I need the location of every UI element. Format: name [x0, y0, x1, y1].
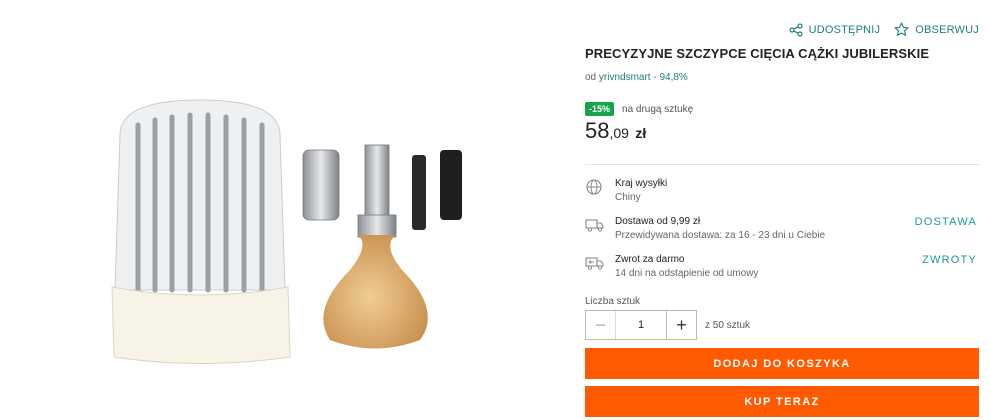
divider: [585, 164, 979, 165]
product-image[interactable]: [0, 0, 560, 420]
add-to-cart-button[interactable]: DODAJ DO KOSZYKA: [585, 348, 979, 379]
shipping-country-value: Chiny: [615, 192, 641, 203]
star-icon: [894, 22, 909, 36]
share-label: UDOSTĘPNIJ: [808, 23, 881, 36]
returns-link[interactable]: ZWROTY: [922, 254, 977, 266]
delivery-link[interactable]: DOSTAWA: [915, 216, 977, 228]
delivery-title: Dostawa od 9,99 zł: [615, 216, 701, 227]
promo-text: na drugą sztukę: [622, 103, 694, 115]
quantity-available: z 50 sztuk: [705, 319, 751, 331]
product-panel: UDOSTĘPNIJ OBSERWUJ PRECYZYJNE SZCZYPCE …: [585, 0, 979, 420]
price-currency: zł: [635, 125, 647, 141]
returns-title: Zwrot za darmo: [615, 254, 685, 265]
quantity-control: − + z 50 sztuk: [585, 310, 750, 340]
shipping-country-title: Kraj wysyłki: [615, 178, 668, 189]
returns-detail: 14 dni na odstąpienie od umowy: [615, 268, 759, 279]
share-icon: [788, 22, 803, 37]
quantity-stepper: − +: [585, 310, 697, 340]
quantity-label: Liczba sztuk: [585, 296, 641, 307]
product-title: PRECYZYJNE SZCZYPCE CIĘCIA CĄŻKI JUBILER…: [585, 46, 930, 61]
buy-now-button[interactable]: KUP TERAZ: [585, 386, 979, 417]
globe-icon: [586, 179, 602, 195]
delivery-row: Dostawa od 9,99 zł Przewidywana dostawa:…: [585, 216, 979, 246]
promo-line: -15% na drugą sztukę: [585, 102, 693, 116]
seller-prefix: od: [585, 72, 597, 83]
returns-row: Zwrot za darmo 14 dni na odstąpienie od …: [585, 254, 979, 284]
product-illustration: [111, 99, 462, 364]
shipping-country-row: Kraj wysyłki Chiny: [585, 178, 979, 208]
quantity-input[interactable]: [616, 311, 666, 339]
quantity-minus-button[interactable]: −: [586, 311, 616, 339]
quantity-plus-button[interactable]: +: [666, 311, 696, 339]
share-button[interactable]: UDOSTĘPNIJ: [788, 22, 881, 37]
seller-line: od yrivndsmart - 94,8%: [585, 72, 688, 83]
price: 58,09 zł: [585, 118, 646, 144]
truck-icon: [585, 219, 604, 232]
price-integer: 58: [585, 118, 610, 143]
delivery-detail: Przewidywana dostawa: za 16 - 23 dni u C…: [615, 230, 826, 241]
watch-label: OBSERWUJ: [915, 23, 979, 36]
price-fraction: ,09: [609, 125, 629, 141]
watch-button[interactable]: OBSERWUJ: [894, 22, 979, 37]
discount-badge: -15%: [585, 102, 615, 116]
top-actions: UDOSTĘPNIJ OBSERWUJ: [788, 22, 979, 37]
seller-link[interactable]: yrivndsmart - 94,8%: [599, 72, 688, 83]
return-truck-icon: [585, 257, 604, 270]
